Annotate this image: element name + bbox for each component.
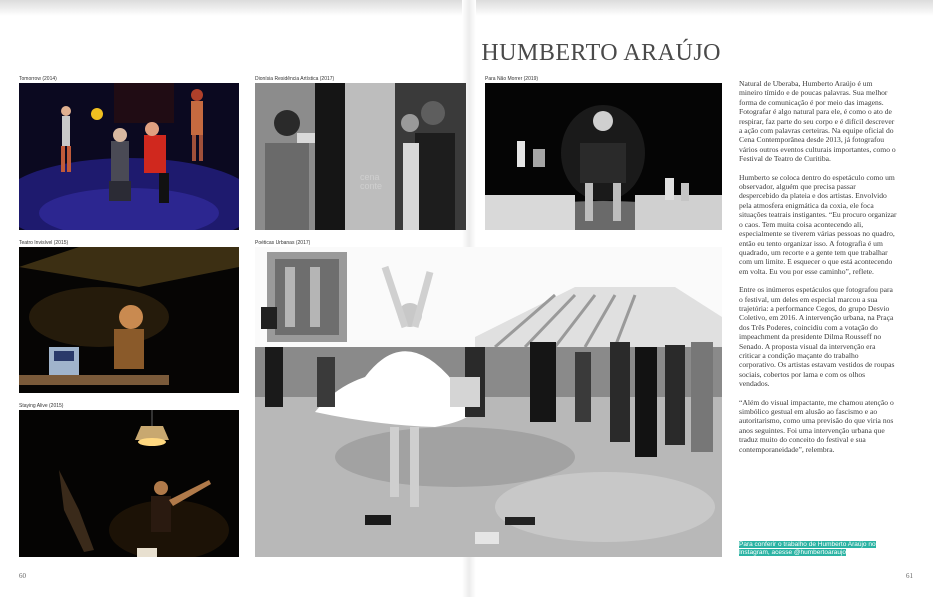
article-title: HUMBERTO ARAÚJO [481,40,721,66]
cena-logo-line2: conte [360,181,383,191]
photo-para-nao-morrer [485,83,722,230]
caption-tomorrow: Tomorrow (2014) [19,76,57,82]
page-number-right: 61 [906,572,913,580]
caption-poeticas-urbanas: Poéticas Urbanas (2017) [255,240,311,246]
photo-teatro-invisivel [19,247,239,393]
photo-poeticas-urbanas [255,247,722,557]
caption-staying-alive: Staying Alive (2015) [19,403,64,409]
photo-dionisia: cena conte [255,83,466,230]
page-number-left: 60 [19,572,26,580]
article-paragraph-3: Entre os inúmeros espetáculos que fotogr… [739,285,895,389]
instagram-callout: Para conferir o trabalho de Humberto Ara… [739,541,889,557]
article-paragraph-4: “Além do visual impactante, me chamou at… [739,397,894,454]
photo-staying-alive [19,410,239,557]
photo-tomorrow [19,83,239,230]
instagram-callout-text: Para conferir o trabalho de Humberto Ara… [739,541,876,556]
caption-para-nao-morrer: Para Não Morrer (2019) [485,76,539,82]
article-body: Natural de Uberaba, Humberto Araújo é um… [739,79,897,463]
caption-teatro-invisivel: Teatro Invisível (2015) [19,240,69,246]
caption-dionisia: Dionísia Residência Artística (2017) [255,76,335,82]
article-paragraph-1: Natural de Uberaba, Humberto Araújo é um… [739,79,896,164]
article-paragraph-2: Humberto se coloca dentro do espetáculo … [739,172,897,276]
